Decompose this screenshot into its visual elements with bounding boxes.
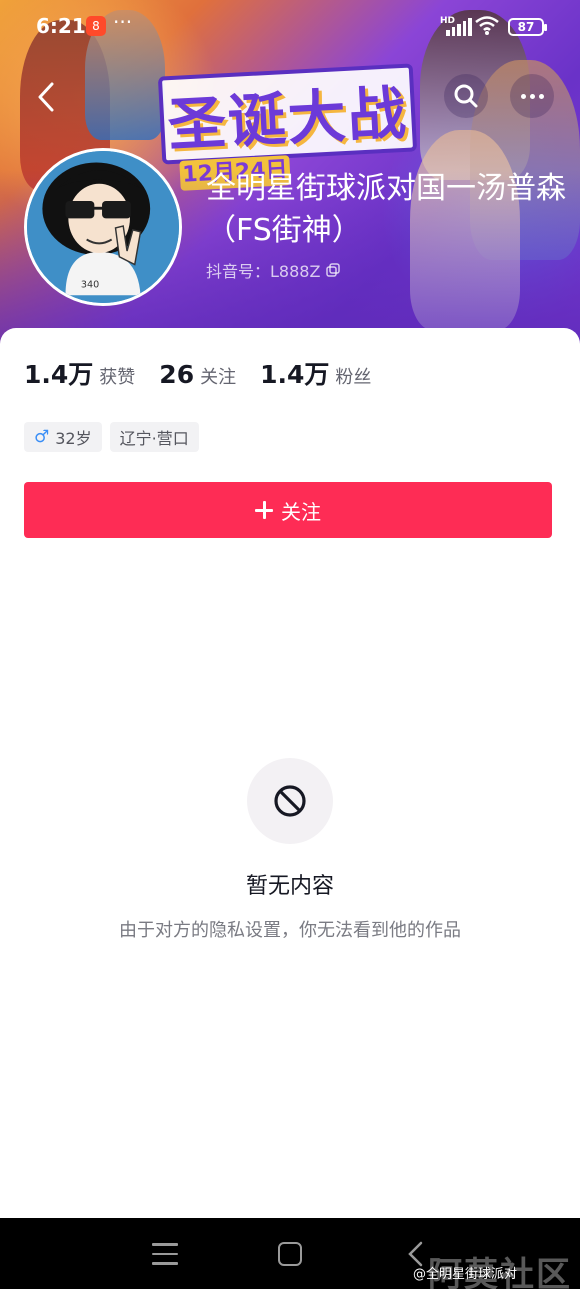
stat-following-label: 关注 <box>200 367 237 388</box>
empty-state-description: 由于对方的隐私设置，你无法看到他的作品 <box>119 920 461 941</box>
stat-followers-label: 粉丝 <box>335 367 372 388</box>
location-text: 辽宁·营口 <box>119 429 189 448</box>
stat-likes-value: 1.4万 <box>24 360 94 389</box>
avatar-illustration: 340 <box>27 151 179 303</box>
stats-row: 1.4万 获赞 26 关注 1.4万 粉丝 <box>24 355 395 391</box>
age-text: 32岁 <box>55 429 92 448</box>
stat-followers-value: 1.4万 <box>260 360 330 389</box>
stat-followers[interactable]: 1.4万 粉丝 <box>260 355 371 391</box>
search-icon <box>454 84 478 108</box>
home-icon[interactable] <box>278 1242 302 1266</box>
status-more-icon: ··· <box>113 10 133 34</box>
notification-app-icon: 8 <box>86 16 106 36</box>
search-button[interactable] <box>444 74 488 118</box>
stat-following[interactable]: 26 关注 <box>159 360 236 389</box>
douyin-id-text: 抖音号：L888Z <box>206 262 321 281</box>
empty-state-icon-wrap <box>247 758 333 844</box>
watermark: 阿莫社区 @全明星街球派对 <box>413 1251 580 1289</box>
follow-button-label: 关注 <box>281 499 321 524</box>
male-icon: ♂ <box>34 427 50 447</box>
location-tag: 辽宁·营口 <box>109 422 199 452</box>
banner-title-art: 圣诞大战 <box>157 63 418 165</box>
copy-icon[interactable] <box>326 263 341 277</box>
menu-icon[interactable] <box>152 1243 178 1265</box>
blocked-icon <box>274 785 306 817</box>
gender-age-tag: ♂ 32岁 <box>24 422 102 452</box>
stat-likes-label: 获赞 <box>99 367 136 388</box>
wifi-icon <box>475 16 499 35</box>
avatar[interactable]: 340 <box>24 148 182 306</box>
empty-state-title: 暂无内容 <box>245 874 334 899</box>
status-bar: 6:21 8 ··· HD 87 <box>0 0 580 54</box>
watermark-small: @全明星街球派对 <box>413 1267 518 1282</box>
follow-button[interactable]: 关注 <box>24 482 552 538</box>
more-icon <box>520 93 526 99</box>
status-time: 6:21 <box>36 14 86 38</box>
douyin-id[interactable]: 抖音号：L888Z <box>206 258 341 282</box>
more-button[interactable] <box>510 74 554 118</box>
profile-tags: ♂ 32岁 辽宁·营口 <box>24 422 199 452</box>
back-icon[interactable] <box>28 78 68 118</box>
plus-icon <box>255 501 273 519</box>
profile-nickname: 全明星街球派对国一汤普森（FS街神） <box>206 171 566 248</box>
profile-card: 1.4万 获赞 26 关注 1.4万 粉丝 ♂ 32岁 辽宁·营口 关注 暂无内… <box>0 328 580 1218</box>
svg-text:340: 340 <box>81 280 99 291</box>
signal-icon <box>446 18 472 36</box>
stat-following-value: 26 <box>159 360 195 389</box>
battery-indicator: 87 <box>508 18 547 36</box>
stat-likes[interactable]: 1.4万 获赞 <box>24 355 135 391</box>
